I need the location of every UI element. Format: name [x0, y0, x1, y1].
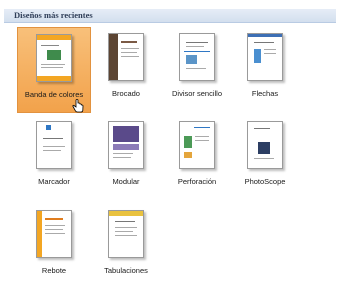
template-modular[interactable]: Modular: [89, 115, 163, 201]
template-label: Tabulaciones: [104, 266, 148, 275]
template-gallery: Banda de colores Brocado Divisor sencill…: [0, 0, 341, 276]
template-thumbnail: [36, 210, 72, 258]
template-thumbnail: [108, 121, 144, 169]
template-thumbnail: [247, 33, 283, 81]
template-thumbnail: [179, 121, 215, 169]
template-divisor-sencillo[interactable]: Divisor sencillo: [160, 27, 234, 113]
template-thumbnail: [179, 33, 215, 81]
template-thumbnail: [36, 121, 72, 169]
template-marcador[interactable]: Marcador: [17, 115, 91, 201]
template-label: Flechas: [251, 89, 279, 98]
template-rebote[interactable]: Rebote: [17, 204, 91, 290]
template-brocado[interactable]: Brocado: [89, 27, 163, 113]
hand-cursor-icon: [72, 99, 84, 113]
template-perforacion[interactable]: Perforación: [160, 115, 234, 201]
template-tabulaciones[interactable]: Tabulaciones: [89, 204, 163, 290]
template-thumbnail: [36, 34, 72, 82]
template-flechas[interactable]: Flechas: [228, 27, 302, 113]
template-photoscope[interactable]: PhotoScope: [228, 115, 302, 201]
template-thumbnail: [108, 33, 144, 81]
template-label: PhotoScope: [244, 177, 286, 186]
template-thumbnail: [247, 121, 283, 169]
template-thumbnail: [108, 210, 144, 258]
